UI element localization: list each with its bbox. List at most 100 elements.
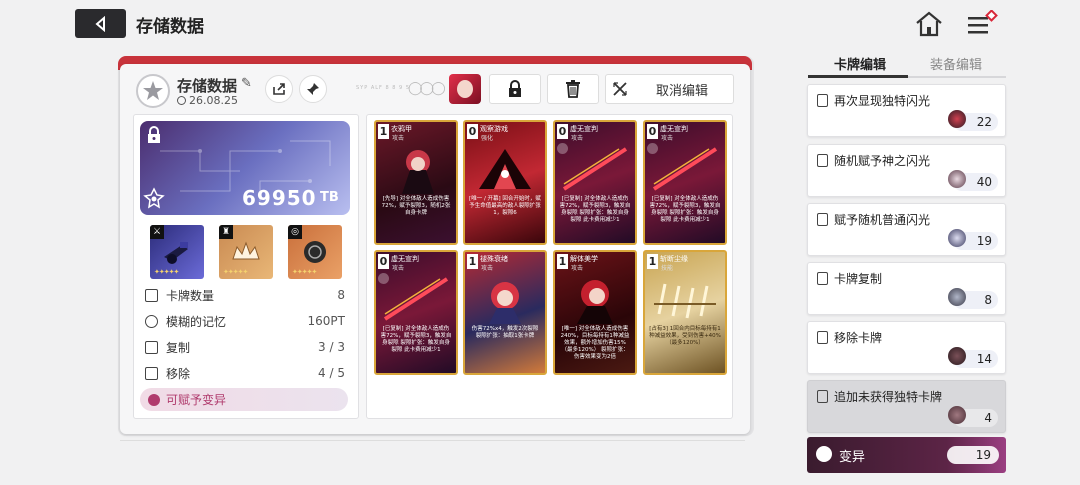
- action-label: 随机赋予神之闪光: [834, 154, 931, 168]
- stat-label: 复制: [166, 340, 191, 355]
- save-date: 26.08.25: [177, 94, 238, 107]
- rings-icon: ◯◯◯: [408, 81, 446, 96]
- remove-card-icon: [817, 331, 828, 344]
- card-description: [先导] 对全体敌人造成伤害72%，赋予裂隙3，随机2张自身卡牌: [381, 196, 451, 216]
- armor-slot[interactable]: ♜ ✦✦✦✦✦: [219, 225, 273, 279]
- card-description: [唯一 / 开幕] 回合开始时，赋予生命值最高的敌人裂隙扩张1，裂隙6: [469, 196, 541, 216]
- pin-icon: [307, 83, 319, 95]
- avatar[interactable]: [136, 74, 170, 108]
- card-type: 攻击: [661, 135, 674, 142]
- back-arrow-icon: [94, 15, 105, 32]
- mutate-button[interactable]: 变异 19: [807, 437, 1006, 473]
- card-count-icon: [145, 288, 158, 302]
- action-reshow-unique-flash[interactable]: 再次显现独特闪光 22: [807, 84, 1006, 137]
- remove-icon: [145, 366, 158, 380]
- stat-remove: 移除 4 / 5: [145, 363, 345, 383]
- resource-orb-icon: [948, 170, 966, 188]
- card-cost: 0: [378, 254, 389, 269]
- weapon-slot[interactable]: ⚔ ✦✦✦✦✦: [150, 225, 204, 279]
- star-emblem-icon: [143, 81, 163, 100]
- mutate-available-badge: 可赋予变异: [140, 388, 348, 411]
- stat-copy: 复制 3 / 3: [145, 337, 345, 357]
- trash-icon: [566, 80, 580, 98]
- memory-icon: [145, 314, 158, 328]
- tab-card-edit[interactable]: 卡牌编辑: [834, 54, 886, 73]
- action-label: 卡牌复制: [834, 272, 883, 286]
- resource-orb-icon: [948, 288, 966, 306]
- card-type: 攻击: [481, 265, 494, 272]
- stat-value: 4 / 5: [318, 366, 345, 380]
- deck-card[interactable]: 1 衣鸦甲 攻击 [先导] 对全体敌人造成伤害72%，赋予裂隙3，随机2张自身卡…: [374, 120, 458, 245]
- action-label: 赋予随机普通闪光: [834, 213, 931, 227]
- ring-icon: ◎: [288, 225, 302, 239]
- card-description: 伤害72%x4，触发2次裂隙 裂隙扩张：抽取1张卡牌: [471, 326, 539, 339]
- mutate-icon: [816, 446, 832, 462]
- card-art: [652, 147, 718, 191]
- panel-footer: [120, 440, 745, 452]
- card-cost: 0: [557, 124, 568, 139]
- card-icon: [817, 154, 828, 167]
- stat-value: 8: [337, 288, 345, 302]
- gear-art: [304, 241, 326, 263]
- deck-card[interactable]: 0 虚无宣判 攻击 [已复制] 对全体敌人造成伤害72%，赋予裂隙3，触发自身裂…: [553, 120, 637, 245]
- card-type: 攻击: [571, 265, 584, 272]
- stat-value: 3 / 3: [318, 340, 345, 354]
- ring-slot[interactable]: ◎ ✦✦✦✦✦: [288, 225, 342, 279]
- lock-button[interactable]: [489, 74, 541, 104]
- action-random-divine-flash[interactable]: 随机赋予神之闪光 40: [807, 144, 1006, 197]
- card-description: [已复制] 对全体敌人造成伤害72%，赋予裂隙3，触发自身裂隙 裂隙扩张：触发自…: [380, 326, 452, 353]
- card-art: [479, 149, 531, 189]
- page-title: 存储数据: [136, 17, 204, 37]
- crest-icon: [143, 187, 165, 209]
- delete-button[interactable]: [547, 74, 599, 104]
- card-cost: 1: [647, 254, 658, 269]
- stat-label: 移除: [166, 366, 191, 381]
- stat-label: 模糊的记忆: [166, 314, 227, 329]
- menu-icon[interactable]: [966, 10, 1000, 38]
- cancel-edit-button[interactable]: 取消编辑: [605, 74, 734, 104]
- stat-memory: 模糊的记忆 160PT: [145, 311, 345, 331]
- deck-card[interactable]: 0 观察游戏 强化 [唯一 / 开幕] 回合开始时，赋予生命值最高的敌人裂隙扩张…: [463, 120, 547, 245]
- card-cost: 1: [378, 124, 389, 139]
- action-add-unique-card[interactable]: 追加未获得独特卡牌 4: [807, 380, 1006, 433]
- card-description: [已复制] 对全体敌人造成伤害72%，赋予裂隙3，触发自身裂隙 裂隙扩张：触发自…: [559, 196, 631, 223]
- card-cost: 1: [557, 254, 568, 269]
- mutate-available-label: 可赋予变异: [166, 393, 227, 407]
- action-label: 移除卡牌: [834, 331, 883, 345]
- share-button[interactable]: [265, 75, 293, 103]
- action-label: 追加未获得独特卡牌: [834, 390, 943, 404]
- save-name: 存储数据: [177, 77, 238, 95]
- card-icon: [817, 390, 828, 403]
- pin-button[interactable]: [299, 75, 327, 103]
- card-art: [562, 147, 628, 191]
- card-plus-icon: [817, 213, 828, 226]
- card-type: 强化: [481, 135, 494, 142]
- back-button[interactable]: [75, 9, 126, 38]
- action-random-normal-flash[interactable]: 赋予随机普通闪光 19: [807, 203, 1006, 256]
- character-thumbnail[interactable]: [449, 74, 481, 104]
- card-art: [402, 150, 434, 194]
- card-description: [唯一] 对全体敌人造成伤害240%，目标每持有1种减益效果，额外增加伤害15%…: [560, 326, 630, 360]
- deck-card[interactable]: 0 虚无宣判 攻击 [已复制] 对全体敌人造成伤害72%，赋予裂隙3，触发自身裂…: [643, 120, 727, 245]
- mutate-icon: [148, 393, 160, 406]
- share-icon: [273, 83, 285, 95]
- card-type: 攻击: [392, 265, 405, 272]
- action-remove-card[interactable]: 移除卡牌 14: [807, 321, 1006, 374]
- card-cost: 0: [647, 124, 658, 139]
- deck-card[interactable]: 1 解体美学 攻击 [唯一] 对全体敌人造成伤害240%，目标每持有1种减益效果…: [553, 250, 637, 375]
- home-icon[interactable]: [915, 11, 943, 37]
- active-tab-indicator: [808, 75, 908, 78]
- card-art: [654, 283, 716, 319]
- tab-equipment-edit[interactable]: 装备编辑: [930, 54, 982, 73]
- cannon-art: [164, 242, 188, 264]
- resource-orb-icon: [948, 406, 966, 424]
- edit-pencil-icon[interactable]: ✎: [241, 76, 252, 91]
- deck-card[interactable]: 1 斩断尘缘 技能 [占有3] 1回合内目标每持有1种减益效果，受到伤害+40%…: [643, 250, 727, 375]
- deck-card[interactable]: 0 虚无宣判 攻击 [已复制] 对全体敌人造成伤害72%，赋予裂隙3，触发自身裂…: [374, 250, 458, 375]
- resource-orb-icon: [948, 110, 966, 128]
- card-description: [占有3] 1回合内目标每持有1种减益效果，受到伤害+40%（最多120%）: [649, 326, 721, 346]
- currency-unit: TB: [320, 190, 339, 205]
- rarity-stars: ✦✦✦✦✦: [154, 268, 179, 276]
- action-copy-card[interactable]: 卡牌复制 8: [807, 262, 1006, 315]
- deck-card[interactable]: 1 褪殊衰绪 攻击 伤害72%x4，触发2次裂隙 裂隙扩张：抽取1张卡牌: [463, 250, 547, 375]
